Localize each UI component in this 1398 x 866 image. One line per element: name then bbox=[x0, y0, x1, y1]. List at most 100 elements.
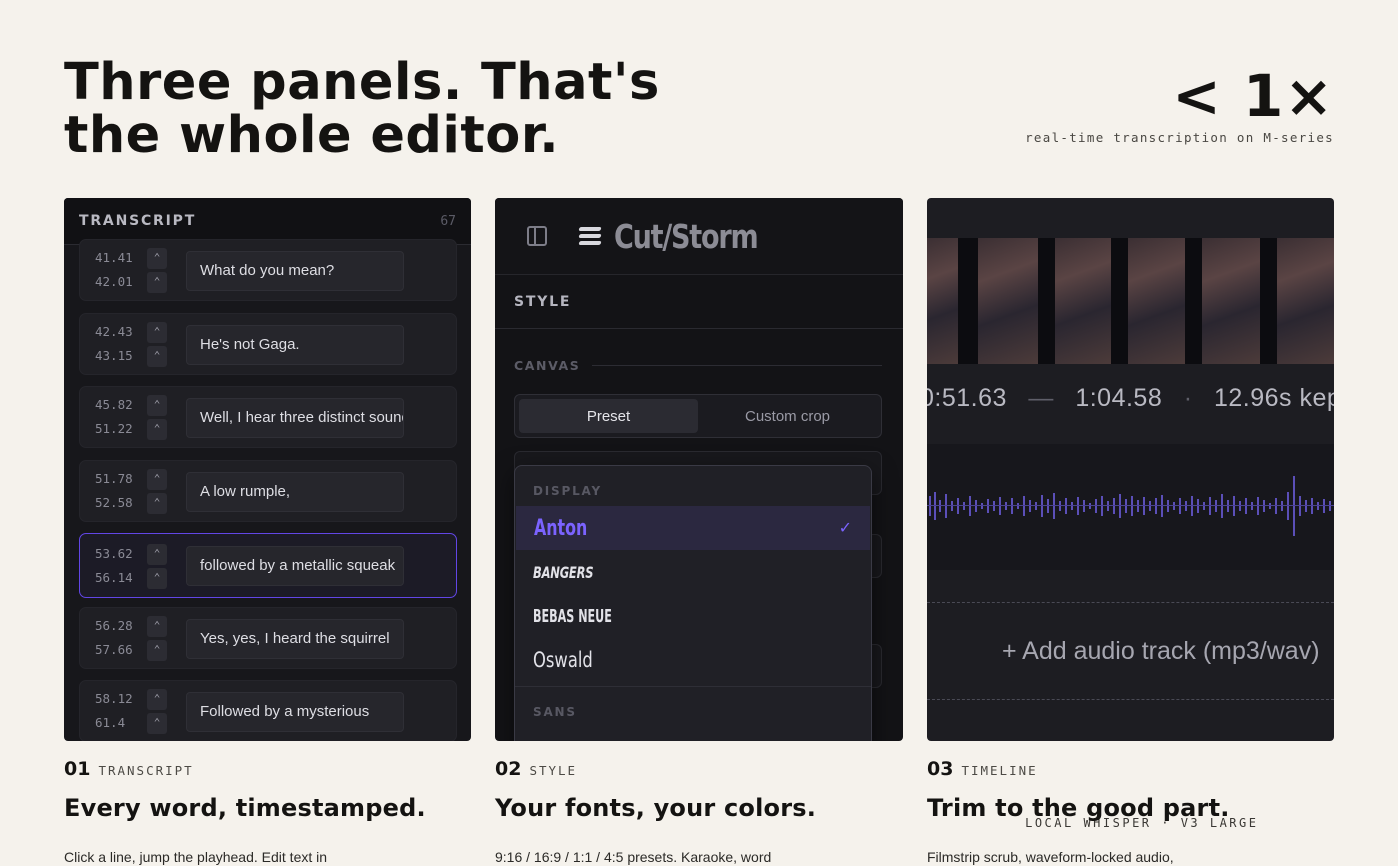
start-time: 45.82 bbox=[95, 397, 133, 412]
caption-number: 01 bbox=[64, 758, 91, 780]
transcript-row[interactable]: 58.12 ⌃ 61.4 ⌃ Followed by a mysterious bbox=[79, 680, 457, 741]
transcript-row[interactable]: 51.78 ⌃ 52.58 ⌃ A low rumple, bbox=[79, 460, 457, 522]
custom-crop-tab[interactable]: Custom crop bbox=[698, 399, 877, 433]
caption-transcript: 01 TRANSCRIPT Every word, timestamped. Cl… bbox=[64, 758, 426, 865]
filmstrip[interactable] bbox=[927, 238, 1334, 364]
title-line-2: the whole editor. bbox=[64, 106, 560, 165]
caption-label: TIMELINE bbox=[961, 763, 1038, 778]
chevron-up-down-icon[interactable]: ⌃ bbox=[147, 394, 167, 416]
line-text-input[interactable]: Well, I hear three distinct sounds bbox=[186, 398, 404, 438]
font-option-oswald[interactable]: Oswald bbox=[515, 638, 871, 682]
waveform-icon bbox=[927, 476, 1334, 536]
hero: Three panels. That's the whole editor. bbox=[64, 56, 784, 162]
transcript-row[interactable]: 42.43 ⌃ 43.15 ⌃ He's not Gaga. bbox=[79, 313, 457, 375]
caption-label: TRANSCRIPT bbox=[98, 763, 194, 778]
app-logo: Cut/Storm bbox=[614, 216, 759, 256]
end-time: 51.22 bbox=[95, 421, 133, 436]
sidebar-toggle-icon[interactable] bbox=[527, 226, 547, 246]
chevron-up-down-icon[interactable]: ⌃ bbox=[147, 247, 167, 269]
transcript-count: 67 bbox=[440, 213, 456, 229]
caption-body: 9:16 / 16:9 / 1:1 / 4:5 presets. Karaoke… bbox=[495, 849, 772, 865]
end-time: 43.15 bbox=[95, 348, 133, 363]
transcript-row-active[interactable]: 53.62 ⌃ 56.14 ⌃ followed by a metallic sque… bbox=[79, 533, 457, 598]
canvas-label-text: CANVAS bbox=[514, 358, 581, 373]
chevron-up-down-icon[interactable]: ⌃ bbox=[147, 639, 167, 661]
end-time: 52.58 bbox=[95, 495, 133, 510]
audio-waveform[interactable] bbox=[927, 444, 1334, 570]
app-header: Cut/Storm bbox=[495, 198, 903, 275]
canvas-mode-toggle: Preset Custom crop bbox=[514, 394, 882, 438]
chevron-up-down-icon[interactable]: ⌃ bbox=[147, 468, 167, 490]
canvas-label: CANVAS bbox=[514, 358, 882, 373]
chevron-up-down-icon[interactable]: ⌃ bbox=[147, 321, 167, 343]
page-title: Three panels. That's the whole editor. bbox=[64, 56, 784, 162]
caption-heading: Trim to the good part. bbox=[927, 794, 1230, 822]
caption-body: Filmstrip scrub, waveform-locked audio, bbox=[927, 849, 1174, 865]
style-section-title: STYLE bbox=[495, 275, 903, 329]
caption-heading: Your fonts, your colors. bbox=[495, 794, 817, 822]
chevron-up-down-icon[interactable]: ⌃ bbox=[147, 615, 167, 637]
film-gap bbox=[1259, 238, 1277, 364]
caption-timeline: 03 TIMELINE Trim to the good part. Filmst… bbox=[927, 758, 1230, 865]
kept-duration: 12.96s kept bbox=[1213, 384, 1334, 412]
caption-number: 03 bbox=[927, 758, 954, 780]
transcript-row[interactable]: 41.41 ⌃ 42.01 ⌃ What do you mean? bbox=[79, 239, 457, 301]
end-time: 42.01 bbox=[95, 274, 133, 289]
start-time: 41.41 bbox=[95, 250, 133, 265]
film-frame bbox=[1128, 238, 1186, 364]
film-frame bbox=[927, 238, 959, 364]
caption-number: 02 bbox=[495, 758, 522, 780]
film-gap bbox=[1185, 238, 1203, 364]
chevron-up-down-icon[interactable]: ⌃ bbox=[147, 492, 167, 514]
film-gap bbox=[1110, 238, 1129, 364]
line-text-input[interactable]: He's not Gaga. bbox=[186, 325, 404, 365]
line-text-input[interactable]: What do you mean? bbox=[186, 251, 404, 291]
start-time: 53.62 bbox=[95, 546, 133, 561]
chevron-up-down-icon[interactable]: ⌃ bbox=[147, 543, 167, 565]
caption-style: 02 STYLE Your fonts, your colors. 9:16 / … bbox=[495, 758, 816, 865]
timecode-dot: · bbox=[1183, 384, 1193, 412]
add-audio-track-button[interactable]: + Add audio track (mp3/wav) bbox=[927, 602, 1334, 700]
font-option-anton[interactable]: Anton ✓ bbox=[516, 506, 870, 550]
end-time: 61.4 bbox=[95, 715, 126, 730]
caption-label: STYLE bbox=[529, 763, 578, 778]
add-audio-track-label: + Add audio track (mp3/wav) bbox=[1002, 637, 1320, 665]
start-time: 42.43 bbox=[95, 324, 133, 339]
font-option-label: Anton bbox=[534, 515, 588, 541]
film-gap bbox=[958, 238, 979, 364]
transcript-row[interactable]: 45.82 ⌃ 51.22 ⌃ Well, I hear three distinct… bbox=[79, 386, 457, 448]
caption-heading: Every word, timestamped. bbox=[64, 794, 426, 822]
font-option-label: BANGERS bbox=[533, 562, 594, 582]
chevron-up-down-icon[interactable]: ⌃ bbox=[147, 688, 167, 710]
title-line-1: Three panels. That's bbox=[64, 53, 660, 112]
font-option-bangers[interactable]: BANGERS bbox=[515, 550, 871, 594]
line-text-input[interactable]: followed by a metallic squeak bbox=[186, 546, 404, 586]
start-time: 51.78 bbox=[95, 471, 133, 486]
start-time: 58.12 bbox=[95, 691, 133, 706]
stat-value: < 1× bbox=[1172, 62, 1334, 130]
timecode-separator: — bbox=[1028, 384, 1054, 412]
start-time: 56.28 bbox=[95, 618, 133, 633]
chevron-up-down-icon[interactable]: ⌃ bbox=[147, 345, 167, 367]
group-display-label: DISPLAY bbox=[533, 484, 602, 498]
end-time: 56.14 bbox=[95, 570, 133, 585]
trim-out-time: 1:04.58 bbox=[1075, 384, 1163, 412]
group-sans-label: SANS bbox=[533, 705, 577, 719]
font-option-bebas-neue[interactable]: BEBAS NEUE bbox=[515, 594, 871, 638]
film-frame bbox=[978, 238, 1038, 364]
preset-tab[interactable]: Preset bbox=[519, 399, 698, 433]
chevron-up-down-icon[interactable]: ⌃ bbox=[147, 271, 167, 293]
film-frame bbox=[1054, 238, 1111, 364]
line-text-input[interactable]: Yes, yes, I heard the squirrel bbox=[186, 619, 404, 659]
line-text-input[interactable]: A low rumple, bbox=[186, 472, 404, 512]
transcript-row[interactable]: 56.28 ⌃ 57.66 ⌃ Yes, yes, I heard the squir… bbox=[79, 607, 457, 669]
film-frame bbox=[1276, 238, 1334, 364]
transcript-panel: TRANSCRIPT 67 41.41 ⌃ 42.01 ⌃ What do you m… bbox=[64, 198, 471, 741]
check-icon: ✓ bbox=[838, 520, 852, 537]
chevron-up-down-icon[interactable]: ⌃ bbox=[147, 418, 167, 440]
chevron-up-down-icon[interactable]: ⌃ bbox=[147, 712, 167, 734]
timeline-panel: 0:51.63 — 1:04.58 · 12.96s kept bbox=[927, 198, 1334, 741]
chevron-up-down-icon[interactable]: ⌃ bbox=[147, 567, 167, 589]
stat-subtitle: real-time transcription on M-series bbox=[1025, 130, 1334, 145]
line-text-input[interactable]: Followed by a mysterious bbox=[186, 692, 404, 732]
